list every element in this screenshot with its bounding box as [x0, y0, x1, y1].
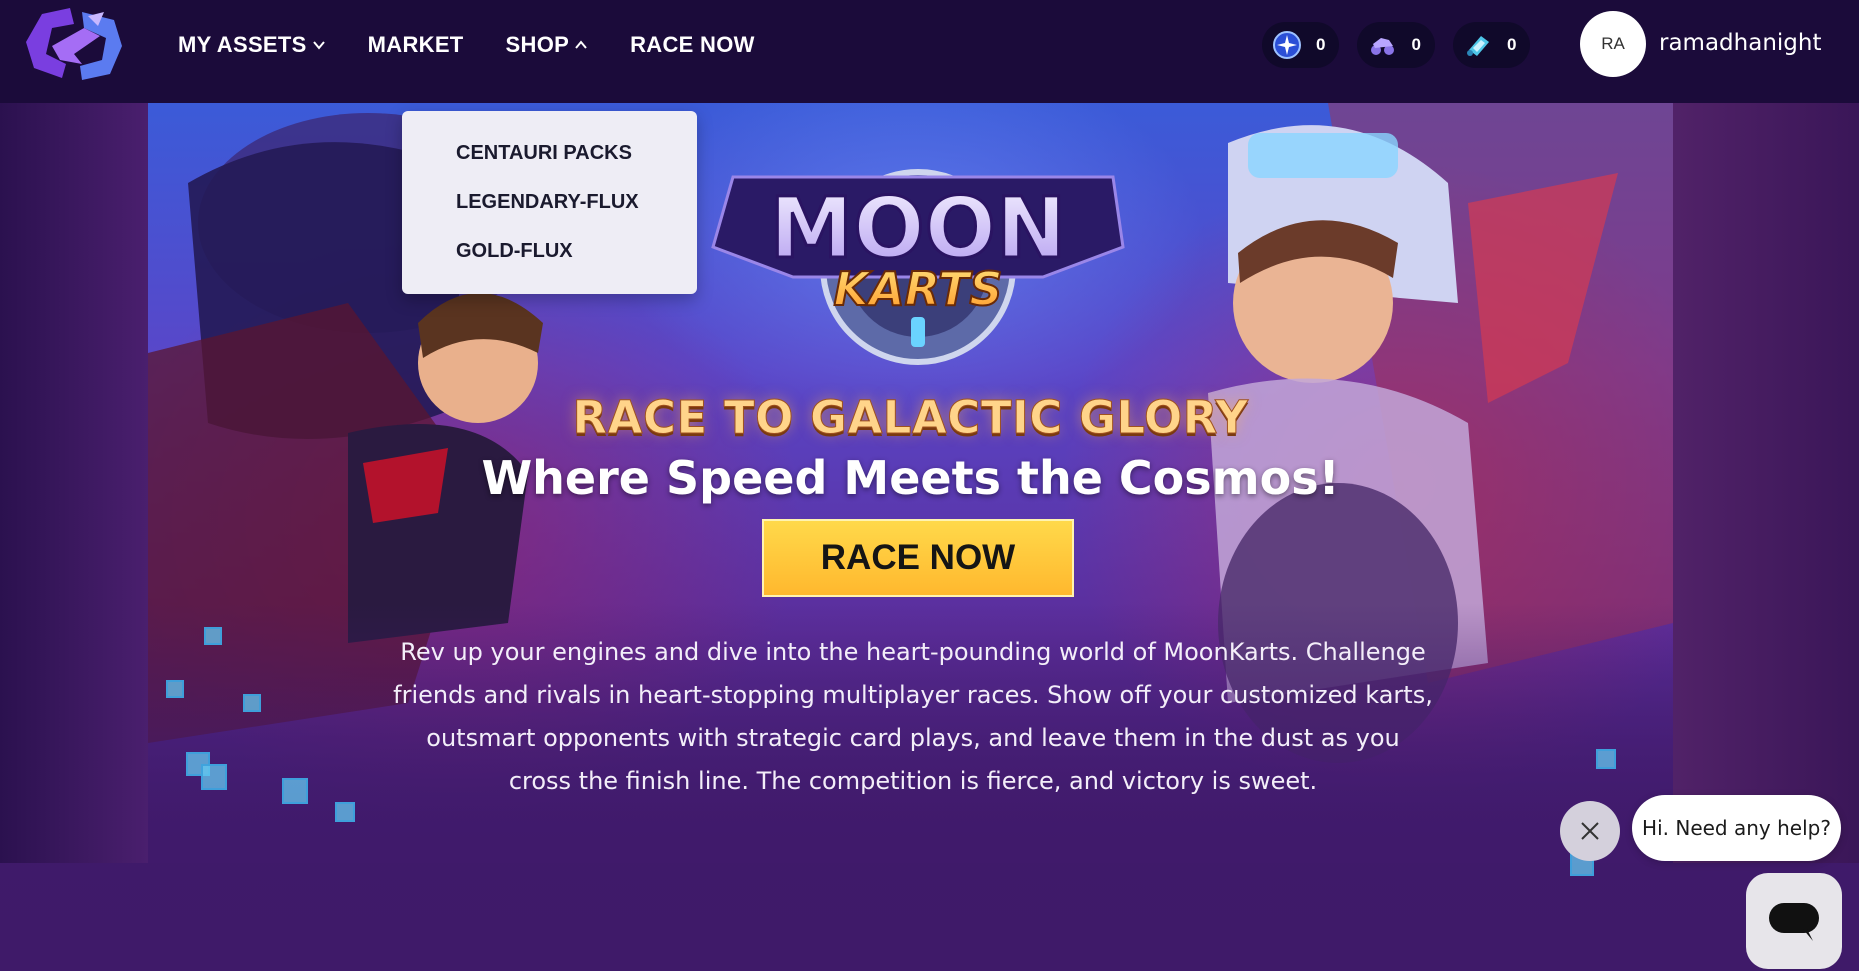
shop-dropdown-menu: CENTAURI PACKS LEGENDARY-FLUX GOLD-FLUX	[402, 111, 697, 294]
logo-karts-text: KARTS	[833, 262, 1002, 316]
menu-item-gold-flux[interactable]: GOLD-FLUX	[456, 240, 573, 263]
nav-my-assets-label: MY ASSETS	[178, 32, 307, 57]
pixel-decoration	[201, 764, 227, 790]
site-logo-icon[interactable]	[22, 6, 126, 82]
username[interactable]: ramadhanight	[1659, 30, 1821, 56]
kart-counter[interactable]: 0	[1357, 22, 1435, 68]
avatar[interactable]: RA	[1580, 11, 1646, 77]
hero-headline: RACE TO GALACTIC GLORY	[572, 391, 1249, 445]
hero-subheadline: Where Speed Meets the Cosmos!	[481, 451, 1340, 505]
nav-shop-label: SHOP	[505, 32, 570, 57]
pixel-decoration	[243, 694, 261, 712]
star-token-value: 0	[1316, 35, 1326, 54]
pixel-decoration	[282, 778, 308, 804]
star-token-icon	[1273, 31, 1301, 59]
moonkarts-logo: MOON KARTS	[711, 169, 1125, 365]
chat-launcher-button[interactable]	[1746, 873, 1842, 969]
chat-close-button[interactable]	[1560, 801, 1620, 861]
nav-race-now-label: RACE NOW	[630, 32, 755, 57]
kart-icon	[1371, 38, 1395, 55]
nav-market[interactable]: MARKET	[368, 32, 464, 58]
star-token-counter[interactable]: 0	[1262, 22, 1340, 68]
kart-value: 0	[1411, 35, 1421, 54]
hero-side-left	[0, 103, 148, 863]
nav-race-now[interactable]: RACE NOW	[630, 32, 755, 58]
menu-item-centauri-packs[interactable]: CENTAURI PACKS	[456, 142, 632, 165]
nav-my-assets[interactable]: MY ASSETS	[178, 32, 326, 58]
hero-description: Rev up your engines and dive into the he…	[393, 638, 1433, 795]
chat-icon	[1769, 903, 1819, 941]
nav-market-label: MARKET	[367, 32, 464, 57]
pixel-decoration	[204, 627, 222, 645]
menu-item-legendary-flux[interactable]: LEGENDARY-FLUX	[456, 191, 639, 214]
fuel-counter[interactable]: 0	[1452, 22, 1531, 68]
fuel-value: 0	[1506, 35, 1517, 54]
page: MOON KARTS RACE TO GALACTIC GLORY Where …	[0, 0, 1859, 971]
pixel-decoration	[1596, 749, 1616, 769]
main-nav: MY ASSETS MARKET SHOP RACE NOW	[178, 0, 797, 90]
pixel-decoration	[166, 680, 184, 698]
chat-help-bubble[interactable]: Hi. Need any help?	[1632, 795, 1841, 861]
hero-side-right	[1673, 103, 1859, 863]
hero-banner: MOON KARTS RACE TO GALACTIC GLORY Where …	[148, 103, 1673, 863]
chevron-down-icon	[312, 41, 325, 50]
chevron-up-icon	[575, 40, 587, 49]
pixel-decoration	[335, 802, 355, 822]
top-navigation-bar: MY ASSETS MARKET SHOP RACE NOW 0 0 0 RA …	[0, 0, 1859, 103]
fuel-icon	[1466, 36, 1489, 56]
nav-shop[interactable]: SHOP	[506, 32, 589, 58]
race-now-button[interactable]: RACE NOW	[762, 519, 1074, 597]
currency-counters: 0 0 0	[1262, 22, 1531, 68]
close-icon	[1581, 822, 1599, 840]
